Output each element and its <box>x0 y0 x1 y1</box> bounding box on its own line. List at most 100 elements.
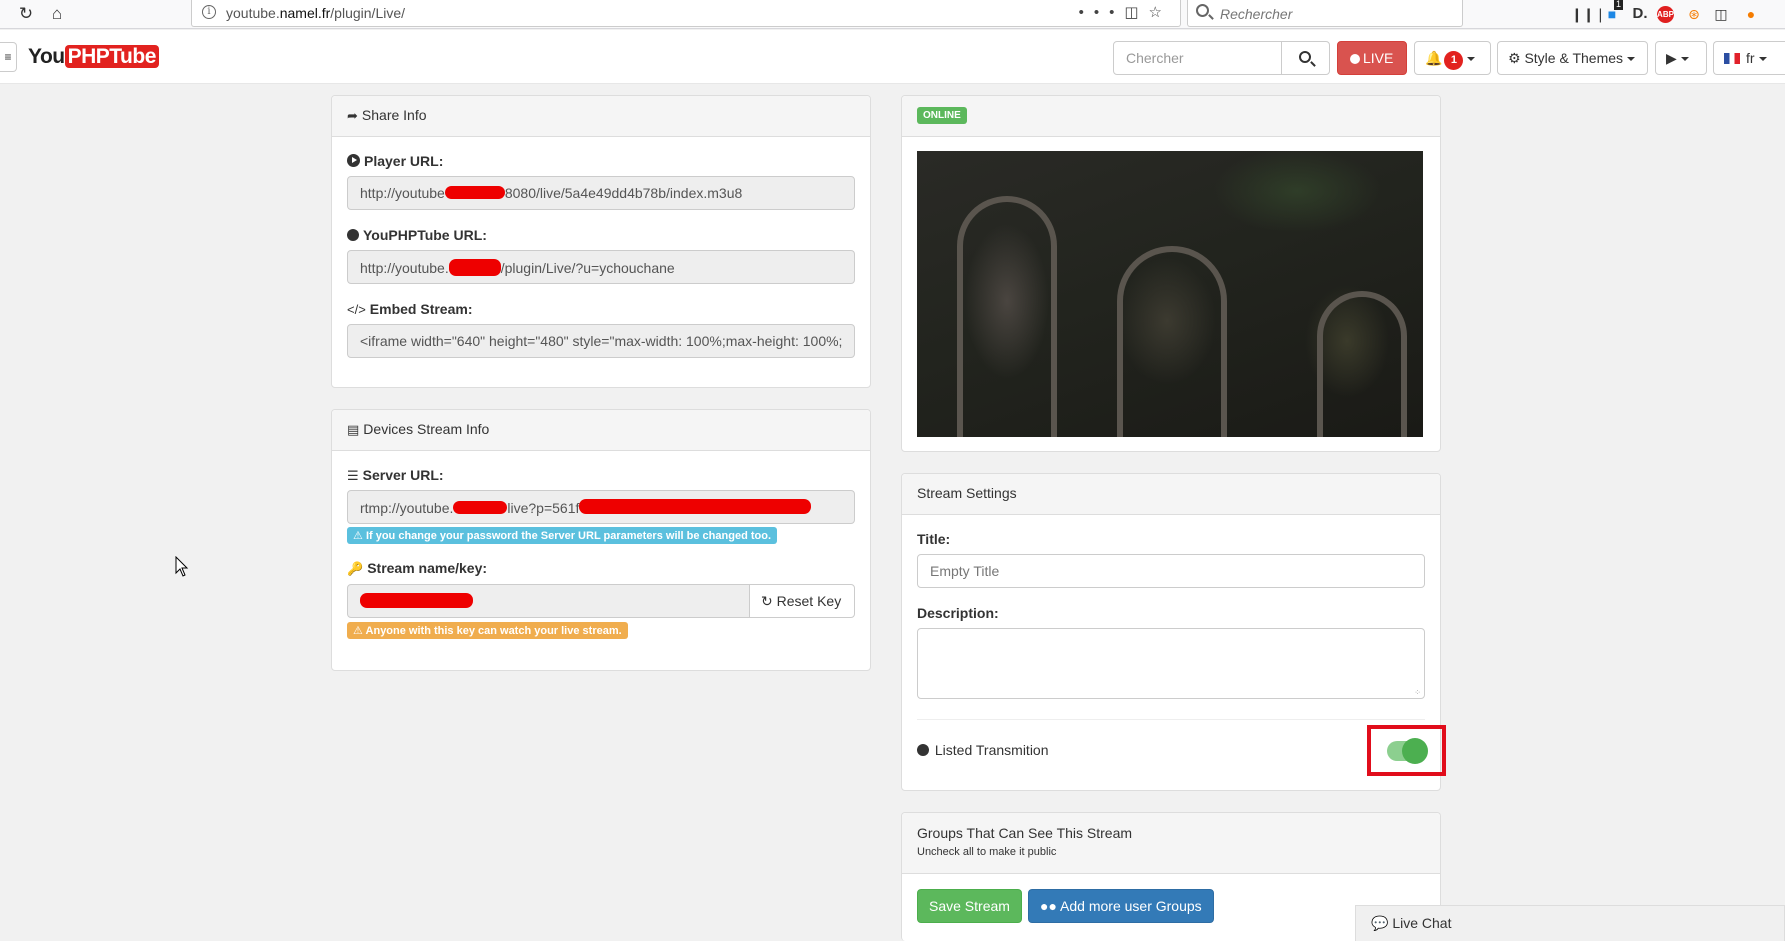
redaction-mark <box>579 499 812 514</box>
rss-icon[interactable]: ⊛ <box>1684 4 1704 24</box>
home-icon[interactable]: ⌂ <box>47 4 67 24</box>
live-chat-bar[interactable]: 💬 Live Chat <box>1355 905 1785 941</box>
share-icon: ➦ <box>347 108 358 123</box>
more-actions-icon[interactable]: ••• <box>1079 4 1125 21</box>
description-textarea[interactable]: ⁘ <box>917 628 1425 699</box>
stream-key-field[interactable] <box>347 584 750 618</box>
stream-settings-heading: Stream Settings <box>902 474 1440 515</box>
divider <box>917 719 1425 720</box>
flag-fr-icon <box>1724 53 1740 64</box>
hdd-icon: ▤ <box>347 422 360 437</box>
notifications-button[interactable]: 🔔 1 <box>1414 41 1491 75</box>
play-circle-icon <box>347 154 360 167</box>
globe-icon <box>917 744 929 756</box>
chevron-down-icon <box>1758 57 1767 62</box>
key-icon: 🔑 <box>347 561 364 576</box>
sidebar-icon[interactable]: ◫ <box>1711 4 1731 24</box>
warning-icon: ⚠ <box>353 625 363 637</box>
chevron-down-icon <box>1467 57 1476 62</box>
reload-icon[interactable]: ↻ <box>16 4 36 24</box>
reset-key-button[interactable]: ↻ Reset Key <box>749 584 855 618</box>
extension-notification-icon[interactable]: ■ 1 <box>1602 0 1624 24</box>
comments-icon: 💬 <box>1371 915 1389 931</box>
decentraleyes-icon[interactable]: D. <box>1630 4 1650 24</box>
devices-stream-heading: ▤ Devices Stream Info <box>332 410 870 451</box>
groups-title: Groups That Can See This Stream <box>917 825 1133 841</box>
browser-search-box[interactable]: Rechercher <box>1187 0 1463 27</box>
language-select[interactable]: fr <box>1713 41 1785 75</box>
video-camera-button[interactable]: ▶ <box>1655 41 1707 75</box>
style-themes-button[interactable]: ⚙ Style & Themes <box>1497 41 1648 75</box>
redaction-mark <box>448 259 501 276</box>
share-info-panel: ➦ Share Info Player URL: http://youtube 80… <box>331 95 871 388</box>
menu-toggle-button[interactable]: ≡ <box>0 42 17 72</box>
site-search-input[interactable]: Chercher <box>1113 41 1282 75</box>
adblock-icon[interactable]: ABP <box>1657 6 1674 23</box>
menu-icon: ≡ <box>4 50 12 64</box>
listed-transmition-label: Listed Transmition <box>917 742 1049 758</box>
notifications-badge: 1 <box>1444 51 1464 70</box>
devices-stream-panel: ▤ Devices Stream Info ☰ Server URL: rtmp:/… <box>331 409 871 671</box>
address-bar[interactable]: i youtube.namel.fr/plugin/Live/ •••◫☆ <box>191 0 1181 27</box>
library-icon[interactable]: ❙❙❘ <box>1571 4 1606 24</box>
player-url-label: Player URL: <box>347 153 443 169</box>
title-input[interactable]: Empty Title <box>917 554 1425 588</box>
chevron-down-icon <box>1627 57 1636 62</box>
server-icon: ☰ <box>347 468 359 483</box>
title-label: Title: <box>917 531 951 547</box>
live-video-player[interactable] <box>917 151 1423 437</box>
annotation-highlight-box <box>1367 725 1446 776</box>
description-label: Description: <box>917 605 999 621</box>
server-url-field[interactable]: rtmp://youtube. live?p=561f <box>347 490 855 524</box>
resize-handle-icon[interactable]: ⁘ <box>1414 688 1421 697</box>
search-icon <box>1299 51 1311 63</box>
video-panel-heading: ONLINE <box>902 96 1440 137</box>
embed-stream-field[interactable]: <iframe width="640" height="480" style="… <box>347 324 855 358</box>
groups-subtitle: Uncheck all to make it public <box>917 846 1057 858</box>
video-frame-detail <box>1317 291 1407 437</box>
browser-toolbar: ↻ ⌂ i youtube.namel.fr/plugin/Live/ •••◫… <box>0 0 1785 29</box>
online-status-badge: ONLINE <box>917 107 967 124</box>
search-icon <box>1196 4 1209 17</box>
stream-key-label: 🔑 Stream name/key: <box>347 560 488 576</box>
groups-heading: Groups That Can See This Stream Uncheck … <box>902 813 1440 874</box>
site-logo[interactable]: You PHPTube <box>28 45 159 69</box>
video-frame-detail <box>957 196 1057 437</box>
youphptube-url-label: YouPHPTube URL: <box>347 227 487 243</box>
page-actions: •••◫☆ <box>1079 3 1172 21</box>
circle-icon <box>347 229 359 241</box>
video-frame-detail <box>1117 246 1227 437</box>
site-search-button[interactable] <box>1281 41 1330 75</box>
address-url: youtube.namel.fr/plugin/Live/ <box>226 5 406 21</box>
server-url-label: ☰ Server URL: <box>347 467 444 483</box>
share-info-heading: ➦ Share Info <box>332 96 870 137</box>
player-url-field[interactable]: http://youtube 8080/live/5a4e49dd4b78b/in… <box>347 176 855 210</box>
browser-search-placeholder: Rechercher <box>1220 6 1293 22</box>
server-url-info-label: ⚠ If you change your password the Server… <box>347 527 778 544</box>
save-stream-button[interactable]: Save Stream <box>917 889 1022 923</box>
redaction-mark <box>453 501 508 514</box>
youphptube-url-field[interactable]: http://youtube./plugin/Live/?u=ychouchan… <box>347 250 855 284</box>
firefox-icon[interactable]: ● <box>1741 4 1761 24</box>
chevron-down-icon <box>1680 57 1689 62</box>
pocket-icon[interactable]: ◫ <box>1124 4 1148 21</box>
video-panel: ONLINE <box>901 95 1441 452</box>
stream-key-warning-label: ⚠ Anyone with this key can watch your li… <box>347 622 628 639</box>
add-user-groups-button[interactable]: ●● Add more user Groups <box>1028 889 1214 923</box>
stream-settings-panel: Stream Settings Title: Empty Title Descr… <box>901 473 1441 791</box>
mouse-cursor-icon <box>175 556 189 577</box>
info-icon[interactable]: i <box>202 5 216 19</box>
refresh-icon: ↻ <box>761 593 773 609</box>
app-navbar: ≡ You PHPTube Chercher LIVE 🔔 1 ⚙ Style & … <box>0 30 1785 84</box>
bookmark-star-icon[interactable]: ☆ <box>1149 4 1172 21</box>
video-camera-icon: ▶ <box>1666 50 1677 66</box>
code-icon: </> <box>347 302 366 317</box>
embed-stream-label: </> Embed Stream: <box>347 301 473 317</box>
users-icon: ●● <box>1040 898 1057 914</box>
gear-icon: ⚙ <box>1508 50 1521 66</box>
browser-extensions: ❙❙❘ ■ 1 D. ABP ⊛ ◫ ● <box>1565 0 1785 26</box>
redaction-mark <box>444 186 505 199</box>
live-dot-icon <box>1350 54 1360 64</box>
live-button[interactable]: LIVE <box>1337 41 1407 75</box>
bell-icon: 🔔 <box>1425 50 1443 66</box>
